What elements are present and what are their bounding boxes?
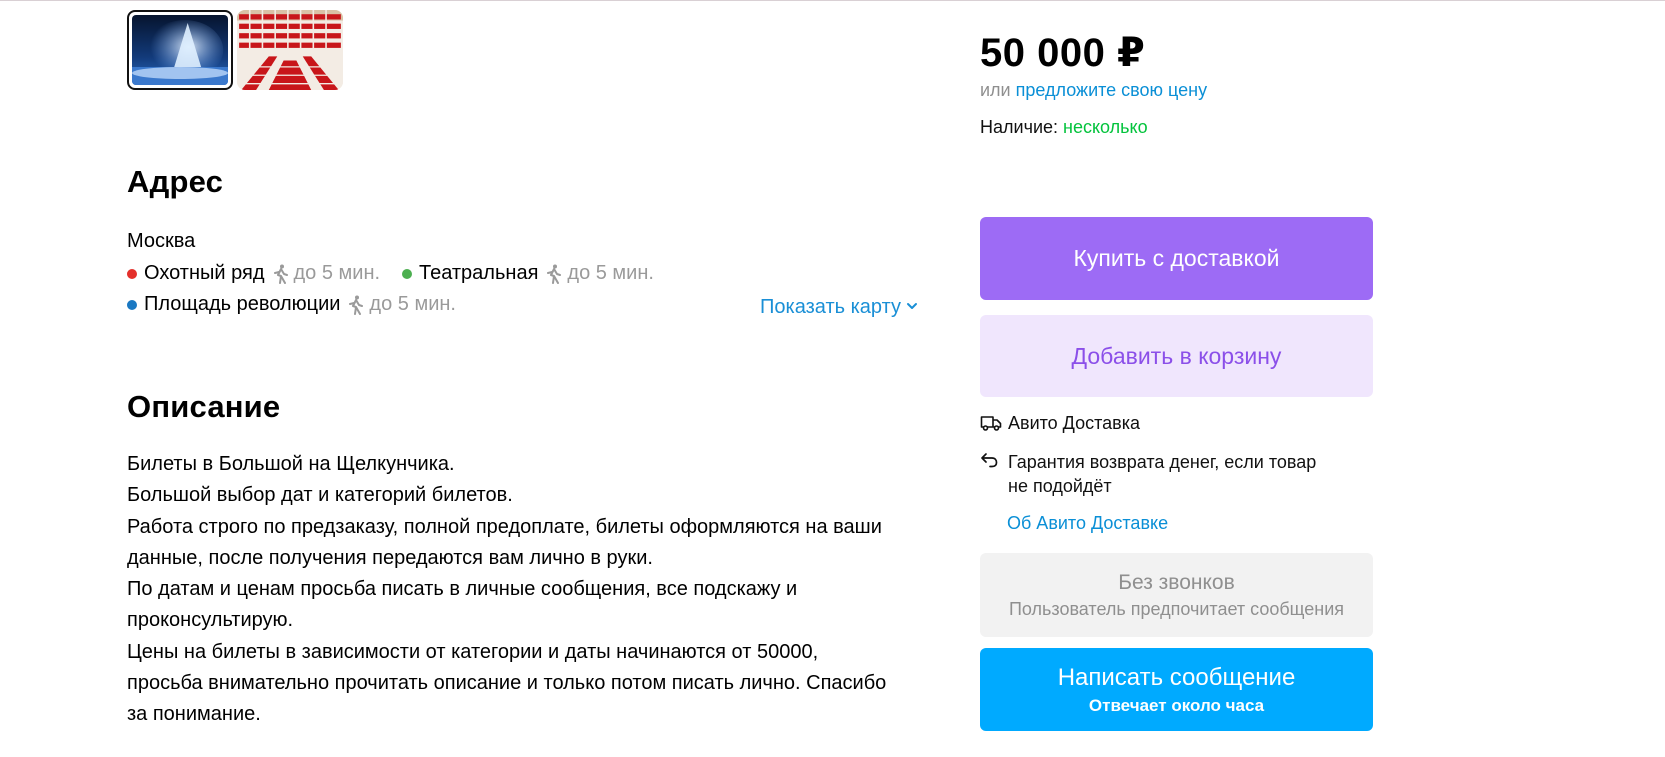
about-delivery-link[interactable]: Об Авито Доставке (1007, 513, 1168, 534)
show-map-link[interactable]: Показать карту (760, 296, 918, 319)
no-calls-title: Без звонков (1118, 570, 1235, 594)
walk-time-text: до 5 мин. (293, 262, 381, 284)
description-line: проконсультирую. (127, 609, 294, 632)
delivery-service-row: Авито Доставка (980, 413, 1140, 434)
money-back-line-2: не подойдёт (1008, 476, 1112, 496)
buy-with-delivery-button[interactable]: Купить с доставкой (980, 217, 1373, 300)
gallery-thumbnails (127, 10, 343, 90)
description-text: Билеты в Большой на Щелкунчика. Большой … (127, 449, 927, 731)
metro-station-name: Театральная (419, 262, 539, 284)
description-heading: Описание (127, 389, 281, 424)
description-line: просьба внимательно прочитать описание и… (127, 672, 887, 695)
description-line: По датам и ценам просьба писать в личные… (127, 578, 798, 601)
walking-person-icon (547, 264, 562, 284)
christmas-tree-image (132, 15, 228, 85)
availability-label: Наличие: (980, 117, 1059, 137)
price: 50 000 ₽ (980, 31, 1146, 75)
availability-value: несколько (1063, 117, 1148, 137)
add-to-cart-label: Добавить в корзину (1071, 342, 1282, 369)
delivery-service-text: Авито Доставка (1008, 413, 1140, 433)
suggest-price-link[interactable]: предложите свою цену (1016, 80, 1207, 100)
walk-time-text: до 5 мин. (567, 262, 654, 284)
thumbnail-1[interactable] (127, 10, 233, 90)
walk-time: до 5 мин. (347, 293, 456, 316)
metro-station-3: Площадь революции до 5 мин. (127, 293, 456, 316)
description-line: за понимание. (127, 703, 261, 726)
write-message-label: Написать сообщение (1057, 663, 1296, 691)
money-back-row: Гарантия возврата денег, если товар не п… (980, 450, 1316, 498)
metro-station-2: Театральная до 5 мин. (402, 262, 654, 285)
money-back-line-1: Гарантия возврата денег, если товар (1008, 452, 1317, 472)
description-line: Большой выбор дат и категорий билетов. (127, 484, 513, 507)
price-offer-line: или предложите свою цену (980, 80, 1207, 101)
truck-icon (980, 413, 1002, 433)
walk-time: до 5 мин. (545, 262, 654, 285)
response-time-label: Отвечает около часа (1088, 695, 1265, 715)
description-line: Билеты в Большой на Щелкунчика. (127, 453, 455, 475)
metro-line-dot-green (402, 268, 412, 279)
metro-station-1: Охотный ряд до 5 мин. (127, 262, 380, 285)
metro-station-name: Площадь революции (144, 293, 341, 315)
walking-person-icon (349, 295, 364, 315)
chevron-down-icon (906, 302, 917, 309)
address-city: Москва (127, 230, 196, 252)
return-arrow-icon (980, 450, 1002, 470)
top-divider (0, 0, 1665, 1)
show-map-label: Показать карту (760, 296, 901, 318)
theatre-hall-image (237, 10, 343, 90)
description-line: Работа строго по предзаказу, полной пред… (127, 515, 882, 538)
availability: Наличие: несколько (980, 117, 1148, 138)
walk-time: до 5 мин. (272, 262, 381, 285)
buy-with-delivery-label: Купить с доставкой (1073, 245, 1280, 271)
money-back-text: Гарантия возврата денег, если товар не п… (1008, 450, 1316, 498)
add-to-cart-button[interactable]: Добавить в корзину (980, 315, 1373, 397)
offer-or-text: или (980, 80, 1011, 100)
write-message-button[interactable]: Написать сообщение Отвечает около часа (980, 648, 1373, 731)
walk-time-text: до 5 мин. (369, 293, 456, 315)
address-heading: Адрес (127, 164, 224, 199)
metro-line-dot-blue (127, 299, 137, 310)
walking-person-icon (273, 264, 288, 284)
no-calls-notice: Без звонков Пользователь предпочитает со… (980, 553, 1373, 637)
metro-line-dot-red (127, 268, 137, 279)
description-line: данные, после получения передаются вам л… (127, 546, 653, 569)
thumbnail-2[interactable] (237, 10, 343, 90)
no-calls-subtitle: Пользователь предпочитает сообщения (1008, 598, 1345, 619)
description-line: Цены на билеты в зависимости от категори… (127, 640, 819, 663)
metro-station-name: Охотный ряд (144, 262, 265, 284)
